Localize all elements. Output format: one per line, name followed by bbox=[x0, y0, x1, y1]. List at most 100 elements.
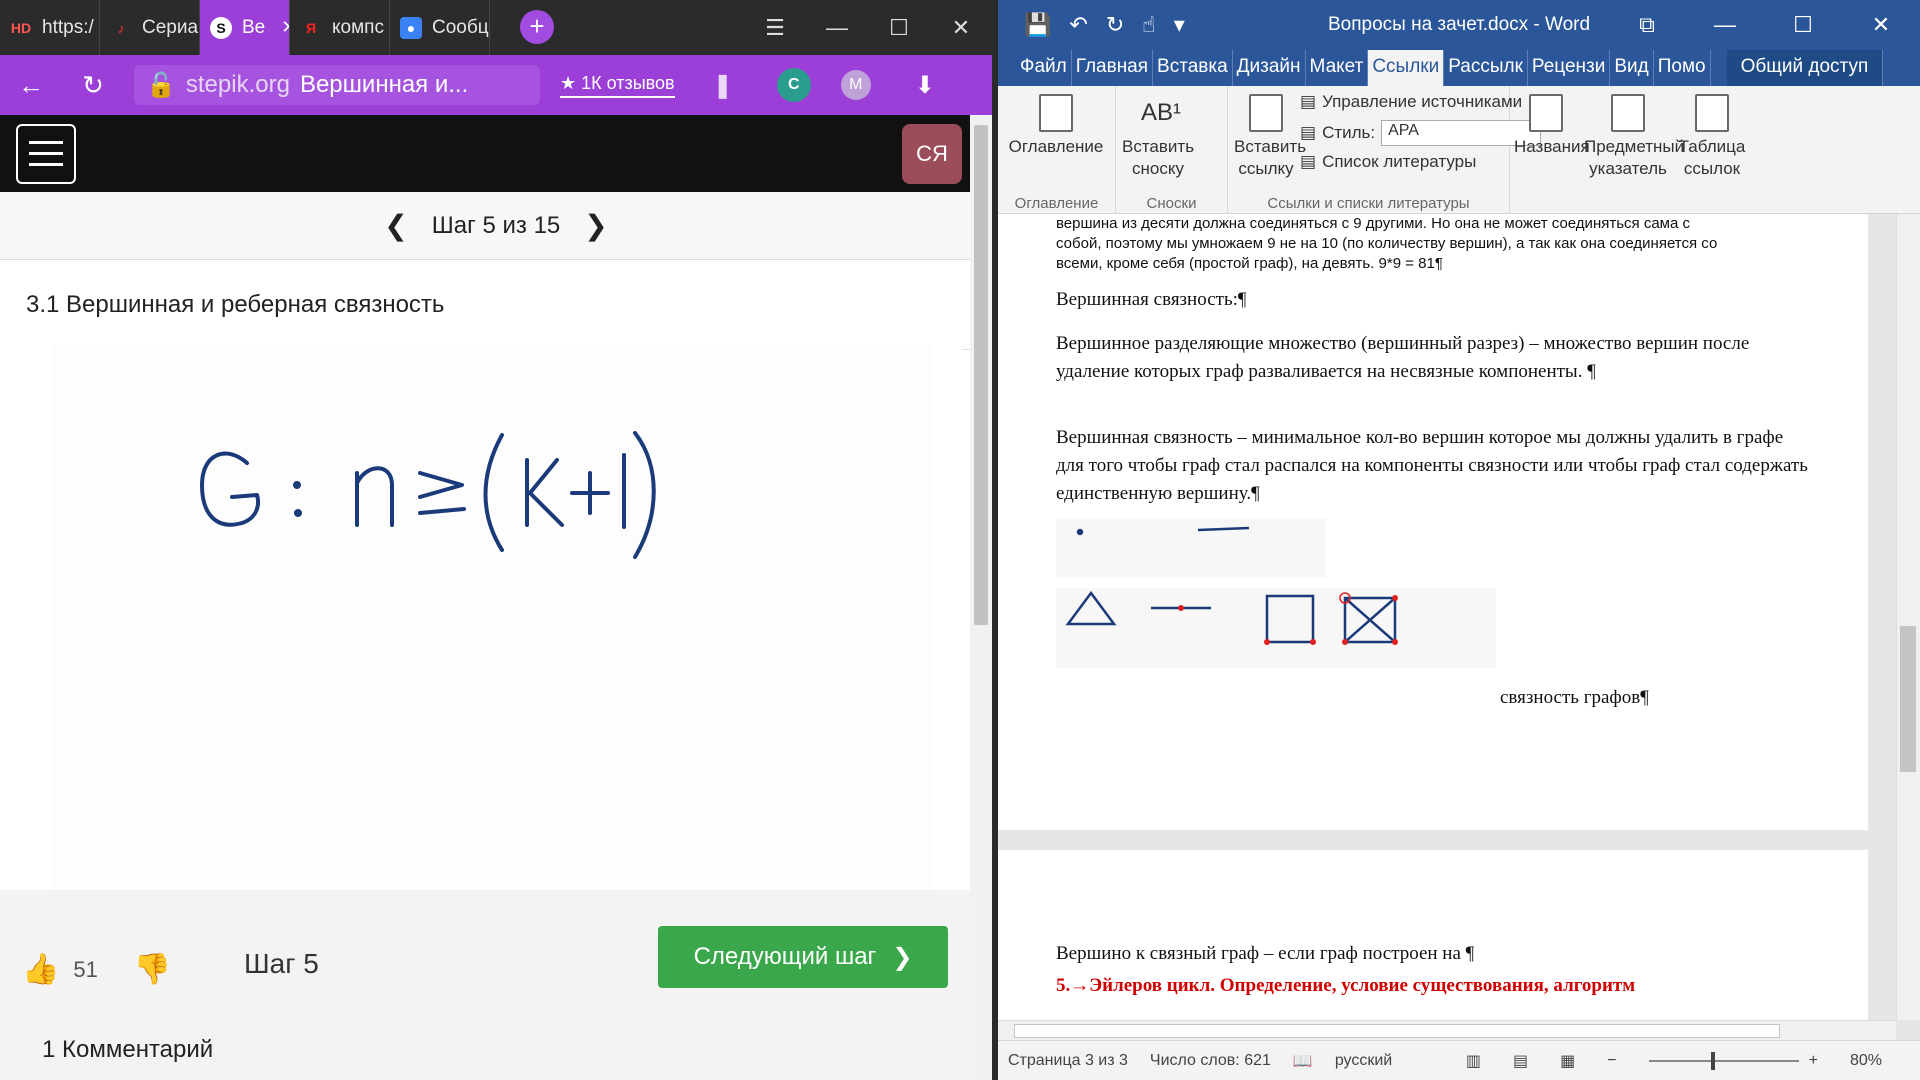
zoom-out-icon[interactable]: − bbox=[1607, 1052, 1616, 1070]
tab-view[interactable]: Вид bbox=[1610, 50, 1654, 86]
touch-mode-icon[interactable]: ☝ bbox=[1142, 12, 1155, 38]
footnote-label: Вставить сноску bbox=[1122, 137, 1195, 179]
thumbs-up-icon[interactable]: 👍 bbox=[22, 952, 59, 987]
customize-icon[interactable]: ▾ bbox=[1174, 12, 1185, 38]
video-player[interactable] bbox=[0, 345, 962, 890]
insert-citation-button[interactable]: Вставить ссылку bbox=[1234, 94, 1306, 180]
zoom-controls: ▥ ▤ ▦ − + 80% bbox=[1466, 1051, 1920, 1071]
tab-label: Сообц bbox=[432, 16, 489, 38]
zoom-in-icon[interactable]: + bbox=[1809, 1052, 1818, 1070]
toa-button[interactable]: Таблица ссылок bbox=[1676, 94, 1748, 180]
download-icon[interactable]: ⬇ bbox=[915, 71, 935, 100]
document-title: Вопросы на зачет.docx - Word bbox=[1328, 14, 1591, 35]
captions-group: Названия bbox=[1510, 86, 1590, 214]
minimize-icon[interactable]: — bbox=[1686, 0, 1764, 50]
extension-icon[interactable]: C bbox=[776, 68, 811, 102]
proofing-icon[interactable]: 📖 bbox=[1293, 1051, 1313, 1071]
style-icon: ▤ bbox=[1300, 123, 1317, 142]
hd-icon: HD bbox=[10, 19, 32, 36]
language-indicator[interactable]: русский bbox=[1335, 1052, 1392, 1070]
word-count[interactable]: Число слов: 621 bbox=[1150, 1052, 1271, 1070]
index-group: Предметный указатель bbox=[1584, 86, 1684, 214]
close-icon[interactable]: ✕ bbox=[930, 0, 992, 55]
url-field[interactable]: 🔓 stepik.org Вершинная и... bbox=[134, 65, 540, 105]
tab-mailings[interactable]: Рассылк bbox=[1444, 50, 1528, 86]
zoom-level[interactable]: 80% bbox=[1850, 1052, 1882, 1070]
page-scrollbar[interactable] bbox=[970, 115, 992, 1080]
messages-icon: ● bbox=[400, 16, 422, 39]
save-icon[interactable]: 💾 bbox=[1024, 12, 1051, 38]
page-indicator[interactable]: Страница 3 из 3 bbox=[1008, 1052, 1128, 1070]
address-bar: ← ↻ 🔓 stepik.org Вершинная и... ★ 1К отз… bbox=[0, 55, 992, 115]
web-layout-icon[interactable]: ▦ bbox=[1560, 1051, 1575, 1071]
hamburger-menu-icon[interactable] bbox=[16, 123, 76, 184]
maximize-icon[interactable]: ☐ bbox=[868, 0, 930, 55]
close-icon[interactable]: ✕ bbox=[1842, 0, 1920, 50]
tab-2[interactable]: ♪ Сериа bbox=[100, 0, 200, 55]
vertical-scrollbar[interactable] bbox=[1896, 214, 1920, 1020]
scrollbar-thumb[interactable] bbox=[974, 125, 988, 625]
tab-review[interactable]: Рецензи bbox=[1528, 50, 1611, 86]
scrollbar-thumb[interactable] bbox=[1900, 626, 1916, 772]
bookmark-icon[interactable]: ❚ bbox=[713, 71, 733, 100]
document-area[interactable]: вершина из десяти должна соединяться с 9… bbox=[998, 214, 1920, 1040]
undo-icon[interactable]: ↶ bbox=[1069, 12, 1087, 38]
tab-file[interactable]: Файл bbox=[1016, 50, 1072, 86]
reload-icon[interactable]: ↻ bbox=[62, 70, 124, 101]
tab-1[interactable]: HD https:/ bbox=[0, 0, 100, 55]
profile-avatar[interactable]: M bbox=[840, 70, 871, 100]
toa-group: Таблица ссылок bbox=[1676, 86, 1756, 214]
citations-group: Вставить ссылку ▤ Управление источниками… bbox=[1228, 86, 1542, 214]
thumbs-down-icon[interactable]: 👎 bbox=[134, 952, 171, 987]
citation-icon bbox=[1249, 94, 1283, 132]
horizontal-scrollbar[interactable] bbox=[998, 1020, 1896, 1040]
back-arrow-icon[interactable]: ← bbox=[0, 70, 62, 101]
share-button[interactable]: Общий доступ bbox=[1726, 50, 1884, 86]
quick-access-toolbar: 💾 ↶ ↻ ☝ ▾ bbox=[998, 12, 1185, 38]
paragraph-connected-graph: Вершино к связный граф – если граф постр… bbox=[1056, 943, 1475, 964]
new-tab-button[interactable]: + bbox=[520, 10, 554, 44]
prev-step-icon[interactable]: ❮ bbox=[384, 209, 407, 242]
menu-icon[interactable]: ☰ bbox=[744, 0, 806, 55]
url-page-title: Вершинная и... bbox=[299, 71, 469, 98]
bibliography-button[interactable]: ▤ Список литературы bbox=[1300, 152, 1476, 172]
toc-button[interactable]: Оглавление bbox=[1004, 94, 1108, 158]
tab-layout[interactable]: Макет bbox=[1306, 50, 1369, 86]
comments-link[interactable]: 1 Комментарий bbox=[42, 1036, 213, 1064]
next-step-button[interactable]: Следующий шаг ❯ bbox=[658, 926, 948, 988]
read-mode-icon[interactable]: ▥ bbox=[1466, 1051, 1481, 1071]
toa-icon bbox=[1695, 94, 1729, 132]
zoom-slider[interactable] bbox=[1648, 1051, 1799, 1070]
graph-connectivity-image bbox=[1056, 518, 1496, 668]
ribbon-display-icon[interactable]: ⧉ bbox=[1608, 0, 1686, 50]
user-avatar[interactable]: СЯ bbox=[902, 123, 962, 184]
minimize-icon[interactable]: — bbox=[806, 0, 868, 55]
toc-label: Оглавление bbox=[1008, 137, 1104, 156]
text-line: вершина из десяти должна соединяться с 9… bbox=[1056, 215, 1690, 232]
tab-home[interactable]: Главная bbox=[1072, 50, 1154, 86]
captions-button[interactable]: Названия bbox=[1514, 94, 1590, 158]
redo-icon[interactable]: ↻ bbox=[1106, 12, 1124, 38]
tab-4[interactable]: Я компс bbox=[290, 0, 390, 55]
tab-3[interactable]: S Ве ✕ bbox=[200, 0, 290, 55]
toc-icon bbox=[1039, 94, 1073, 132]
next-step-icon[interactable]: ❯ bbox=[584, 209, 607, 242]
toa-label: Таблица ссылок bbox=[1678, 137, 1746, 179]
print-layout-icon[interactable]: ▤ bbox=[1513, 1051, 1528, 1071]
text-line: всеми, кроме себя (простой граф), на дев… bbox=[1056, 255, 1443, 272]
close-tab-icon[interactable]: ✕ bbox=[281, 17, 289, 38]
tab-5[interactable]: ● Сообц bbox=[390, 0, 490, 55]
maximize-icon[interactable]: ☐ bbox=[1764, 0, 1842, 50]
tab-references[interactable]: Ссылки bbox=[1368, 50, 1445, 86]
scrollbar-thumb[interactable] bbox=[1014, 1024, 1780, 1038]
tab-design[interactable]: Дизайн bbox=[1233, 50, 1306, 86]
tab-help[interactable]: Помо bbox=[1654, 50, 1711, 86]
tab-insert[interactable]: Вставка bbox=[1153, 50, 1233, 86]
tab-label: Сериа bbox=[142, 16, 199, 38]
manage-sources-button[interactable]: ▤ Управление источниками bbox=[1300, 92, 1522, 112]
tab-strip: HD https:/ ♪ Сериа S Ве ✕ Я компс ● Сооб… bbox=[0, 0, 992, 55]
index-button[interactable]: Предметный указатель bbox=[1584, 94, 1684, 180]
insert-footnote-button[interactable]: AB¹ Вставить сноску bbox=[1122, 94, 1194, 180]
tab-label: компс bbox=[332, 16, 384, 38]
reviews-link[interactable]: ★ 1К отзывов bbox=[560, 73, 675, 98]
